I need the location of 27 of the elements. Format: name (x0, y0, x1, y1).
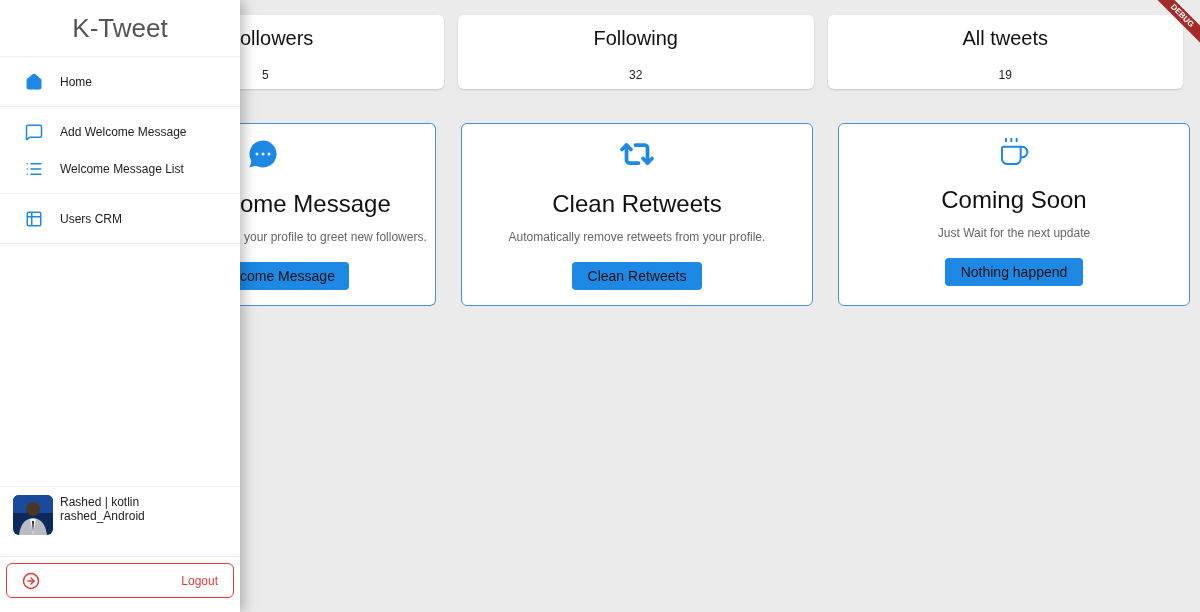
stat-value: 32 (629, 67, 643, 84)
table-icon (25, 209, 43, 228)
feature-description: Automatically remove retweets from your profile. (508, 229, 766, 246)
home-icon (25, 72, 43, 91)
logout-icon (22, 571, 40, 590)
stat-label: ollowers (240, 26, 314, 51)
feature-title: Clean Retweets (552, 189, 722, 219)
stat-label: Following (593, 26, 678, 51)
drawer-item[interactable]: Users CRM (0, 200, 240, 237)
feature-button[interactable]: Nothing happend (944, 258, 1084, 286)
drawer-item[interactable]: Add Welcome Message (0, 113, 240, 150)
feature-description: Just Wait for the next update (937, 225, 1091, 242)
chat-icon (25, 122, 43, 141)
stat-label: All tweets (962, 26, 1049, 51)
drawer-item[interactable]: Home (0, 63, 240, 100)
user-handle: rashed_Android (60, 509, 145, 523)
user-name: Rashed | kotlin (60, 495, 141, 509)
feature-button[interactable]: come Message (240, 262, 349, 290)
feature-title: Coming Soon (941, 185, 1087, 215)
stat-value: 19 (998, 67, 1012, 84)
feature-title: ome Message (240, 189, 391, 219)
feature-description: your profile to greet new followers. (244, 229, 427, 246)
feature-button[interactable]: Clean Retweets (571, 262, 703, 290)
drawer-item[interactable]: Welcome Message List (0, 150, 240, 187)
coffee-cup-icon (998, 136, 1030, 168)
logout-button[interactable]: Logout (6, 563, 234, 598)
stat-value: 5 (262, 67, 269, 84)
